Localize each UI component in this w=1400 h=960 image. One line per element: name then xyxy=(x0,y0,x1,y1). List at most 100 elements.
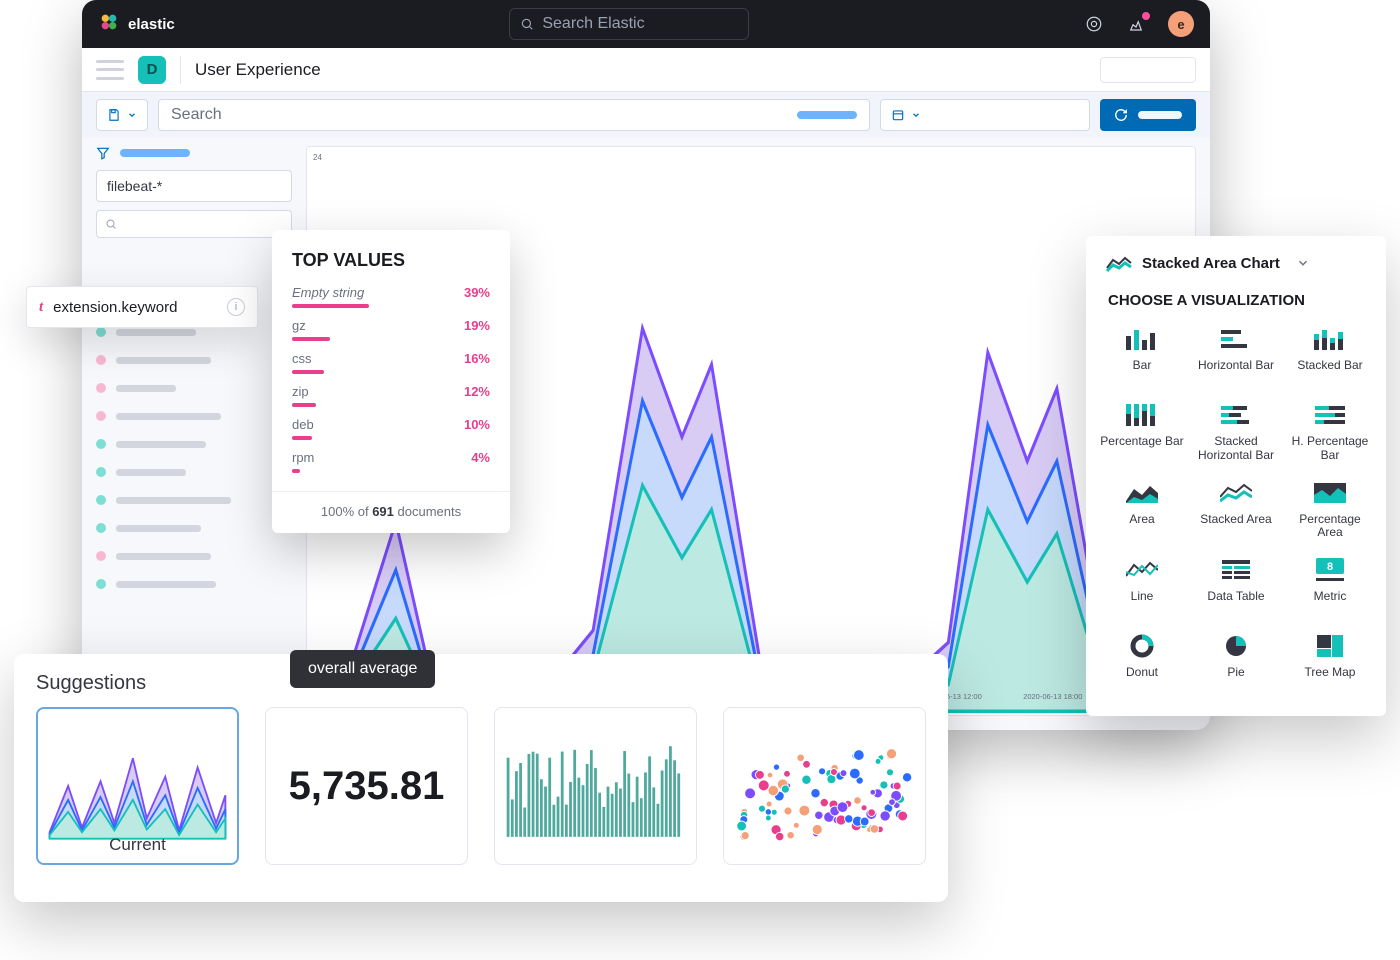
saved-query-button[interactable] xyxy=(96,99,148,131)
refresh-button[interactable] xyxy=(1100,99,1196,131)
date-picker[interactable] xyxy=(880,99,1090,131)
index-pattern-input[interactable] xyxy=(96,170,292,202)
field-list xyxy=(96,290,292,598)
top-value-row[interactable]: Empty string39% xyxy=(292,285,490,308)
query-input-placeholder: Search xyxy=(171,106,222,124)
viz-option[interactable]: H. Percentage Bar xyxy=(1286,403,1374,463)
chevron-down-icon xyxy=(911,110,921,120)
search-icon xyxy=(105,218,117,230)
h-percentage-bar-icon xyxy=(1312,403,1348,427)
tree-map-icon xyxy=(1312,634,1348,658)
viz-option[interactable]: Percentage Bar xyxy=(1098,403,1186,463)
stacked-horizontal-bar-icon xyxy=(1218,403,1254,427)
suggestion-bar[interactable] xyxy=(494,707,697,865)
viz-option[interactable]: Pie xyxy=(1192,634,1280,692)
top-value-row[interactable]: deb10% xyxy=(292,417,490,440)
page-header: D User Experience xyxy=(82,48,1210,92)
field-search[interactable] xyxy=(96,210,292,238)
chevron-down-icon xyxy=(127,110,137,120)
field-item[interactable] xyxy=(96,402,292,430)
topbar-actions: e xyxy=(1084,11,1194,37)
horizontal-bar-icon xyxy=(1218,327,1254,351)
refresh-icon xyxy=(1114,108,1128,122)
viz-option[interactable]: Stacked Horizontal Bar xyxy=(1192,403,1280,463)
filter-icon xyxy=(96,146,110,160)
top-value-row[interactable]: rpm4% xyxy=(292,450,490,473)
search-icon xyxy=(520,17,534,31)
top-values-popover: TOP VALUES Empty string39% gz19% css16% zip… xyxy=(272,230,510,533)
field-item[interactable] xyxy=(96,570,292,598)
elastic-logo-icon xyxy=(98,11,120,37)
space-badge[interactable]: D xyxy=(138,56,166,84)
viz-option[interactable]: 8Metric xyxy=(1286,558,1374,616)
mini-scatter-icon xyxy=(732,716,917,856)
viz-option[interactable]: Data Table xyxy=(1192,558,1280,616)
global-search[interactable]: Search Elastic xyxy=(509,8,749,40)
stacked-area-icon xyxy=(1106,254,1132,272)
viz-option[interactable]: Stacked Area xyxy=(1192,481,1280,541)
stacked-area-icon xyxy=(1218,481,1254,505)
field-item[interactable] xyxy=(96,346,292,374)
viz-option[interactable]: Bar xyxy=(1098,327,1186,385)
field-item[interactable] xyxy=(96,514,292,542)
suggestions-title: Suggestions xyxy=(36,672,926,695)
top-value-row[interactable]: zip12% xyxy=(292,384,490,407)
area-icon xyxy=(1124,481,1160,505)
nav-toggle-icon[interactable] xyxy=(96,60,124,80)
kql-badge xyxy=(797,111,857,119)
percentage-area-icon xyxy=(1312,481,1348,505)
viz-option[interactable]: Donut xyxy=(1098,634,1186,692)
top-values-footer: 100% of 691 documents xyxy=(272,491,510,519)
field-name: extension.keyword xyxy=(53,299,177,316)
suggestion-metric[interactable]: 5,735.81 xyxy=(265,707,468,865)
brand-logo[interactable]: elastic xyxy=(98,11,175,37)
add-filter-row[interactable] xyxy=(96,146,292,160)
field-item[interactable] xyxy=(96,374,292,402)
visualization-picker: Stacked Area Chart CHOOSE A VISUALIZATIO… xyxy=(1086,236,1386,716)
field-item[interactable] xyxy=(96,542,292,570)
viz-option[interactable]: Area xyxy=(1098,481,1186,541)
top-value-row[interactable]: gz19% xyxy=(292,318,490,341)
viz-option[interactable]: Stacked Bar xyxy=(1286,327,1374,385)
query-input[interactable]: Search xyxy=(158,99,870,131)
save-icon xyxy=(107,108,121,122)
help-icon[interactable] xyxy=(1084,14,1104,34)
suggestions-panel: Suggestions overall average Current 5,73… xyxy=(14,654,948,902)
viz-current[interactable]: Stacked Area Chart xyxy=(1086,236,1386,278)
viz-option[interactable]: Horizontal Bar xyxy=(1192,327,1280,385)
info-icon[interactable]: i xyxy=(227,298,245,316)
data-table-icon xyxy=(1218,558,1254,582)
field-item[interactable] xyxy=(96,430,292,458)
suggestion-scatter[interactable] xyxy=(723,707,926,865)
suggestion-current[interactable]: Current xyxy=(36,707,239,865)
global-search-placeholder: Search Elastic xyxy=(542,15,644,33)
app-window: elastic Search Elastic e D User Experien… xyxy=(82,0,1210,730)
top-values-title: TOP VALUES xyxy=(292,250,490,271)
brand-text: elastic xyxy=(128,16,175,33)
viz-subheading: CHOOSE A VISUALIZATION xyxy=(1086,278,1386,315)
divider xyxy=(180,56,181,84)
donut-icon xyxy=(1124,634,1160,658)
suggestion-current-label: Current xyxy=(38,835,237,855)
content-area: 24 2020-06-12 00:002020-06-12 06:002020-… xyxy=(82,138,1210,730)
newsfeed-icon[interactable] xyxy=(1126,14,1146,34)
top-value-row[interactable]: css16% xyxy=(292,351,490,374)
global-topbar: elastic Search Elastic e xyxy=(82,0,1210,48)
viz-option[interactable]: Line xyxy=(1098,558,1186,616)
viz-option[interactable]: Percentage Area xyxy=(1286,481,1374,541)
fields-sidebar xyxy=(96,146,292,716)
stacked-bar-icon xyxy=(1312,327,1348,351)
pie-icon xyxy=(1218,634,1254,658)
metric-tooltip: overall average xyxy=(290,650,435,688)
header-action-slot[interactable] xyxy=(1100,57,1196,83)
user-avatar[interactable]: e xyxy=(1168,11,1194,37)
field-item[interactable] xyxy=(96,458,292,486)
field-pill[interactable]: t extension.keyword i xyxy=(26,286,258,328)
line-icon xyxy=(1124,558,1160,582)
metric-value: 5,735.81 xyxy=(289,764,445,809)
field-item[interactable] xyxy=(96,486,292,514)
metric-icon: 8 xyxy=(1312,558,1348,582)
calendar-icon xyxy=(891,108,905,122)
percentage-bar-icon xyxy=(1124,403,1160,427)
viz-option[interactable]: Tree Map xyxy=(1286,634,1374,692)
